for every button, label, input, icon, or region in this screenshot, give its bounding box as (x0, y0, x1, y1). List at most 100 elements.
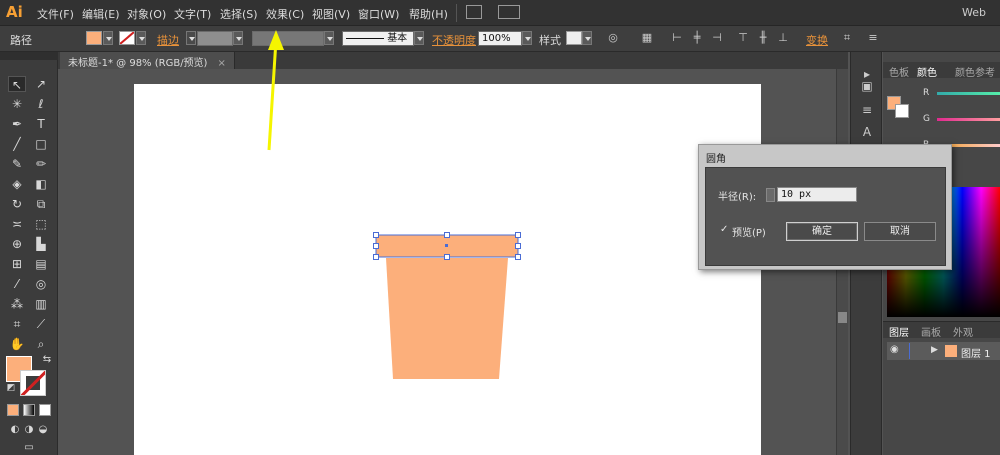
graphic-style-dropdown[interactable] (582, 31, 592, 45)
none-mode-icon[interactable] (39, 404, 51, 416)
stroke-link[interactable]: 描边 (157, 32, 179, 48)
tools-panel-header[interactable] (0, 52, 58, 60)
radius-stepper[interactable] (766, 188, 775, 202)
layer-row[interactable]: ◉ ▶ 图层 1 (887, 342, 1000, 360)
panel-stroke-swatch[interactable] (895, 104, 909, 118)
stroke-none-swatch[interactable] (119, 31, 135, 45)
stroke-dropdown[interactable] (136, 31, 146, 45)
workspace-switcher[interactable]: Web (962, 6, 986, 19)
stroke-weight-field[interactable] (197, 31, 233, 46)
zoom-tool-icon[interactable]: ⌕ (32, 336, 50, 352)
transform-link[interactable]: 变换 (806, 32, 828, 48)
tab-artboards[interactable]: 画板 (921, 324, 941, 339)
menu-view[interactable]: 视图(V) (312, 6, 350, 22)
menu-object[interactable]: 对象(O) (127, 6, 166, 22)
line-tool-icon[interactable]: ╱ (8, 136, 26, 152)
slice-tool-icon[interactable]: ⟋ (32, 316, 50, 332)
fill-swatch[interactable] (86, 31, 102, 45)
shape-builder-tool-icon[interactable]: ⊕ (8, 236, 26, 252)
menu-type[interactable]: 文字(T) (174, 6, 211, 22)
artboard-tool-icon[interactable]: ⌗ (8, 316, 26, 332)
symbol-sprayer-tool-icon[interactable]: ⁂ (8, 296, 26, 312)
free-transform-tool-icon[interactable]: ⬚ (32, 216, 50, 232)
align-top-icon[interactable]: ⊤ (736, 32, 750, 44)
opacity-link[interactable]: 不透明度 (432, 32, 476, 48)
pen-tool-icon[interactable]: ✒ (8, 116, 26, 132)
align-left-icon[interactable]: ⊢ (670, 32, 684, 44)
tab-swatches[interactable]: 色板 (889, 64, 909, 79)
close-tab-icon[interactable]: × (217, 58, 225, 69)
menu-effect[interactable]: 效果(C) (266, 6, 304, 22)
opacity-field[interactable]: 100% (478, 31, 522, 46)
blob-brush-tool-icon[interactable]: ◈ (8, 176, 26, 192)
rotate-tool-icon[interactable]: ↻ (8, 196, 26, 212)
hand-tool-icon[interactable]: ✋ (8, 336, 26, 352)
stroke-panel-icon[interactable]: ≡ (859, 102, 875, 118)
screen-mode-icon[interactable]: ▭ (20, 440, 38, 455)
magic-wand-tool-icon[interactable]: ✳ (8, 96, 26, 112)
eyedropper-tool-icon[interactable]: ⁄ (8, 276, 26, 292)
align-center-icon[interactable]: ╪ (690, 32, 704, 44)
paintbrush-tool-icon[interactable]: ✎ (8, 156, 26, 172)
menu-window[interactable]: 窗口(W) (358, 6, 399, 22)
visibility-eye-icon[interactable]: ◉ (890, 344, 899, 355)
lasso-tool-icon[interactable]: ℓ (32, 96, 50, 112)
variable-width-profile[interactable] (252, 31, 324, 46)
stroke-color-box[interactable] (20, 370, 46, 396)
perspective-grid-tool-icon[interactable]: ▙ (32, 236, 50, 252)
type-tool-icon[interactable]: T (32, 116, 50, 132)
bridge-icon[interactable] (466, 5, 482, 19)
mesh-tool-icon[interactable]: ⊞ (8, 256, 26, 272)
graphic-style-swatch[interactable] (566, 31, 582, 45)
direct-selection-tool-icon[interactable]: ↗ (32, 76, 50, 92)
eraser-tool-icon[interactable]: ◧ (32, 176, 50, 192)
artboard-panel-icon[interactable]: ▣ (859, 78, 875, 94)
rectangle-tool-icon[interactable]: □ (32, 136, 50, 152)
stroke-weight-dropdown[interactable] (233, 31, 243, 45)
tab-color[interactable]: 颜色 (917, 64, 937, 79)
align-right-icon[interactable]: ⊣ (710, 32, 724, 44)
menu-help[interactable]: 帮助(H) (409, 6, 448, 22)
arrange-documents-icon[interactable] (498, 5, 520, 19)
radius-input[interactable]: 10 px (777, 187, 857, 202)
pencil-tool-icon[interactable]: ✏ (32, 156, 50, 172)
tab-appearance[interactable]: 外观 (953, 324, 973, 339)
menu-file[interactable]: 文件(F) (37, 6, 74, 22)
opacity-dropdown[interactable] (522, 31, 532, 45)
recolor-artwork-icon[interactable]: ◎ (606, 32, 620, 44)
ok-button[interactable]: 确定 (786, 222, 858, 241)
cancel-button[interactable]: 取消 (864, 222, 936, 241)
red-slider-track[interactable] (937, 92, 1000, 95)
color-mode-icon[interactable] (7, 404, 19, 416)
gradient-mode-icon[interactable] (23, 404, 35, 416)
default-colors-icon[interactable]: ◩ (2, 380, 20, 396)
align-middle-icon[interactable]: ╫ (756, 32, 770, 44)
document-tab[interactable]: 未标题-1* @ 98% (RGB/预览) × (60, 52, 235, 69)
swap-fill-stroke-icon[interactable]: ⇆ (38, 352, 56, 368)
stroke-weight-stepper[interactable] (186, 31, 196, 45)
scrollbar-thumb[interactable] (838, 312, 847, 323)
artboard[interactable] (134, 84, 761, 455)
brush-dropdown[interactable] (414, 31, 424, 45)
scale-tool-icon[interactable]: ⧉ (32, 196, 50, 212)
column-graph-tool-icon[interactable]: ▥ (32, 296, 50, 312)
variable-width-dropdown[interactable] (324, 31, 334, 45)
selection-tool-icon[interactable]: ↖ (8, 76, 26, 92)
align-to-icon[interactable]: ▦ (640, 32, 654, 44)
green-slider-track[interactable] (937, 118, 1000, 121)
fill-dropdown[interactable] (103, 31, 113, 45)
isolate-object-icon[interactable]: ⌗ (840, 32, 854, 44)
blend-tool-icon[interactable]: ◎ (32, 276, 50, 292)
menu-select[interactable]: 选择(S) (220, 6, 258, 22)
menu-edit[interactable]: 编辑(E) (82, 6, 120, 22)
preview-checkbox[interactable]: ✓ (720, 224, 728, 235)
width-tool-icon[interactable]: ≍ (8, 216, 26, 232)
align-bottom-icon[interactable]: ⊥ (776, 32, 790, 44)
tab-layers[interactable]: 图层 (889, 324, 909, 339)
draw-inside-icon[interactable]: ◒ (34, 422, 52, 438)
brush-definition[interactable]: 基本 (342, 31, 414, 46)
tab-color-guide[interactable]: 颜色参考 (955, 64, 995, 79)
expand-layer-icon[interactable]: ▶ (931, 345, 938, 355)
panel-menu-icon[interactable]: ≡ (866, 32, 880, 44)
layer-name[interactable]: 图层 1 (961, 345, 991, 360)
